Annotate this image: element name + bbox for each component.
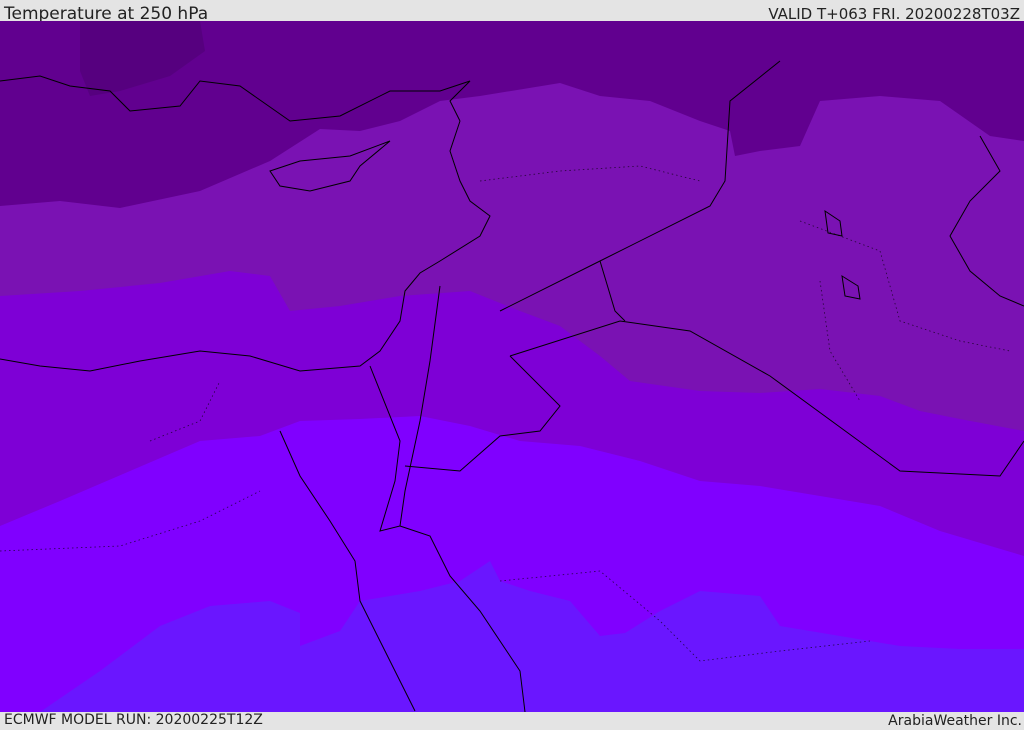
model-run: ECMWF MODEL RUN: 20200225T12Z (4, 712, 263, 728)
footer-bar: ECMWF MODEL RUN: 20200225T12Z ArabiaWeat… (0, 712, 1024, 729)
header-bar: Temperature at 250 hPa VALID T+063 FRI. … (0, 0, 1024, 24)
credit: ArabiaWeather Inc. (888, 713, 1022, 729)
temperature-map (0, 21, 1024, 712)
